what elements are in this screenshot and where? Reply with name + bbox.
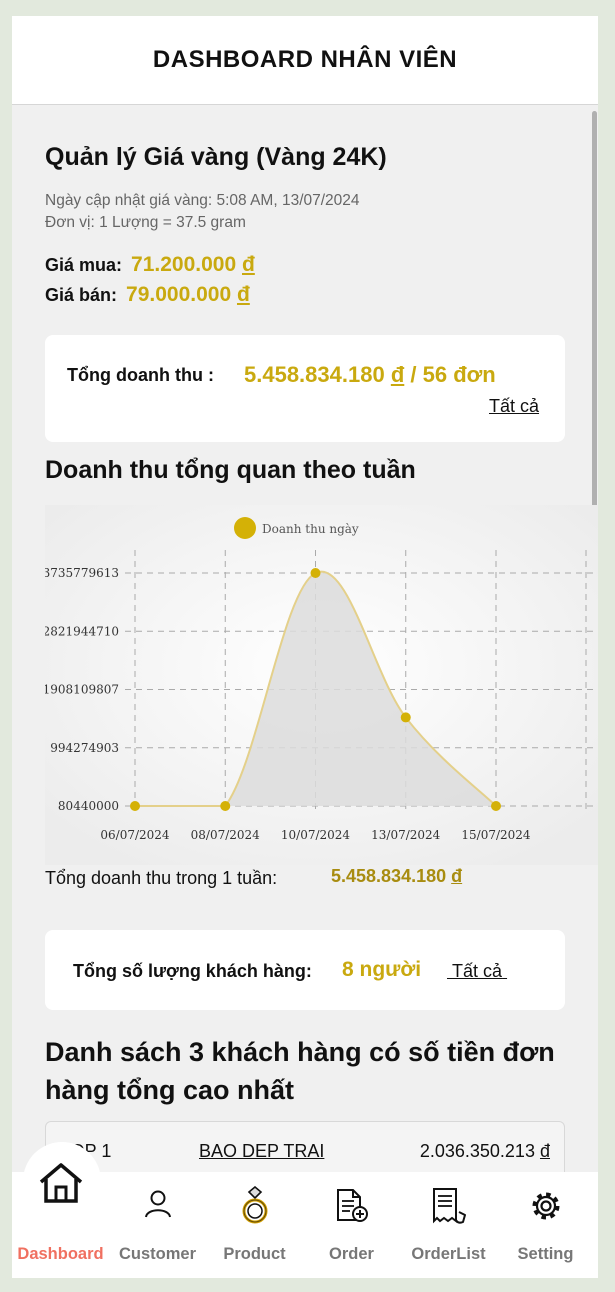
- gold-section-title: Quản lý Giá vàng (Vàng 24K): [45, 143, 387, 171]
- revenue-view-all-link[interactable]: Tất cả: [489, 396, 539, 417]
- sell-price-row: Giá bán: 79.000.000 đ: [45, 283, 250, 307]
- x-tick-label: 08/07/2024: [191, 828, 261, 842]
- app-screen: DASHBOARD NHÂN VIÊN Quản lý Giá vàng (Và…: [12, 16, 598, 1278]
- customers-count-label: Tổng số lượng khách hàng:: [73, 961, 312, 981]
- y-tick-label: 994274903: [50, 741, 119, 755]
- buy-price-value: 71.200.000 đ: [131, 253, 255, 276]
- x-tick-label: 10/07/2024: [281, 828, 351, 842]
- home-icon: [39, 1163, 82, 1203]
- header-bar: DASHBOARD NHÂN VIÊN: [12, 16, 598, 105]
- gold-updated-text: Ngày cập nhật giá vàng: 5:08 AM, 13/07/2…: [45, 192, 360, 209]
- customer-amount: 2.036.350.213 đ: [419, 1141, 550, 1161]
- x-tick-label: 06/07/2024: [100, 828, 170, 842]
- weekly-total-label: Tổng doanh thu trong 1 tuần:: [45, 868, 278, 888]
- weekly-section-title: Doanh thu tổng quan theo tuần: [45, 456, 416, 484]
- x-tick-label: 13/07/2024: [371, 828, 441, 842]
- nav-product[interactable]: Product: [206, 1172, 303, 1278]
- y-tick-label: 1908109807: [45, 683, 119, 697]
- top-customers-title: Danh sách 3 khách hàng có số tiền đơn hà…: [45, 1037, 555, 1105]
- user-icon: [144, 1190, 171, 1218]
- data-point: [400, 712, 411, 723]
- buy-price-label: Giá mua:: [45, 255, 123, 275]
- customer-name-link[interactable]: BAO DEP TRAI: [199, 1141, 324, 1162]
- x-tick-label: 15/07/2024: [461, 828, 531, 842]
- nav-setting[interactable]: Setting: [497, 1172, 594, 1278]
- weekly-revenue-chart: 80440000 994274903 1908109807 2821944710 373…: [43, 505, 598, 865]
- nav-order[interactable]: Order: [303, 1172, 400, 1278]
- nav-dashboard[interactable]: Dashboard: [12, 1142, 109, 1278]
- legend-marker: [234, 517, 256, 539]
- document-add-icon: [336, 1189, 368, 1222]
- nav-label: OrderList: [411, 1245, 486, 1263]
- customers-card: Tổng số lượng khách hàng: 8 người Tất cả: [45, 930, 565, 1010]
- buy-price-row: Giá mua: 71.200.000 đ: [45, 253, 255, 277]
- data-point: [220, 801, 231, 811]
- receipt-icon: [432, 1188, 466, 1224]
- y-tick-label: 3735779613: [45, 566, 119, 580]
- data-point: [130, 801, 140, 811]
- table-row: TOP 1 BAO DEP TRAI 2.036.350.213 đ: [46, 1122, 564, 1178]
- gold-unit-text: Đơn vị: 1 Lượng = 37.5 gram: [45, 214, 246, 231]
- ring-icon: [242, 1186, 267, 1224]
- nav-label: Product: [223, 1245, 286, 1263]
- page-title: DASHBOARD NHÂN VIÊN: [152, 46, 458, 73]
- total-revenue-card: Tổng doanh thu : 5.458.834.180 đ / 56 đơ…: [45, 335, 565, 442]
- total-revenue-value: 5.458.834.180 đ / 56 đơn: [244, 362, 496, 387]
- customers-count-value: 8 người: [342, 958, 422, 981]
- nav-orderlist[interactable]: OrderList: [400, 1172, 497, 1278]
- y-tick-label: 2821944710: [45, 624, 119, 638]
- data-point: [310, 568, 321, 578]
- weekly-total-row: Tổng doanh thu trong 1 tuần: 5.458.834.1…: [45, 866, 462, 889]
- nav-label: Setting: [517, 1245, 574, 1263]
- customers-view-all-link[interactable]: Tất cả: [447, 961, 507, 982]
- nav-label: Customer: [118, 1245, 196, 1263]
- y-tick-label: 80440000: [58, 799, 119, 813]
- total-revenue-label: Tổng doanh thu :: [67, 365, 214, 385]
- weekly-total-value: 5.458.834.180 đ: [331, 866, 463, 886]
- sell-price-label: Giá bán:: [45, 285, 118, 305]
- bottom-nav: Dashboard Customer Product Order OrderLi…: [12, 1142, 598, 1278]
- nav-customer[interactable]: Customer: [109, 1172, 206, 1278]
- data-point: [491, 801, 501, 811]
- sell-price-value: 79.000.000 đ: [126, 283, 250, 306]
- nav-label: Dashboard: [17, 1245, 104, 1263]
- chart-svg: 80440000 994274903 1908109807 2821944710 373…: [43, 505, 598, 865]
- gear-icon: [532, 1192, 559, 1220]
- legend-label: Doanh thu ngày: [262, 522, 359, 536]
- nav-label: Order: [329, 1245, 374, 1263]
